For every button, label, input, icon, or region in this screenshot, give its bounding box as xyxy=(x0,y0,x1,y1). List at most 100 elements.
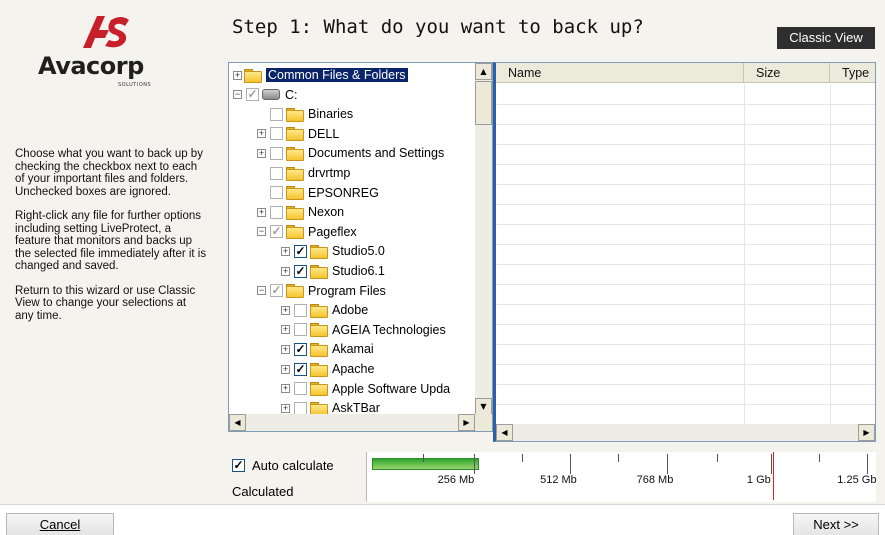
gauge-minor-tick xyxy=(717,454,719,462)
scroll-left-icon[interactable]: ◀ xyxy=(496,424,513,441)
scroll-down-icon[interactable]: ▼ xyxy=(475,398,492,415)
tree-node[interactable]: drvrtmp xyxy=(257,163,350,183)
gauge-tick-label: 768 Mb xyxy=(636,474,674,486)
list-horizontal-scrollbar[interactable]: ◀ ▶ xyxy=(496,424,875,441)
column-header-size[interactable]: Size xyxy=(744,63,830,83)
tree-node[interactable]: + Common Files & Folders xyxy=(233,65,408,85)
folder-icon xyxy=(310,342,328,357)
expand-icon[interactable]: + xyxy=(281,325,290,335)
file-list[interactable]: Name Size Type ◀ ▶ xyxy=(493,62,876,442)
gauge-fill-bar xyxy=(372,458,479,470)
tree-node[interactable]: EPSONREG xyxy=(257,183,379,203)
next-button[interactable]: Next >> xyxy=(793,513,879,535)
node-checkbox[interactable]: ✓ xyxy=(294,342,307,356)
node-checkbox[interactable] xyxy=(294,382,307,396)
tree-node[interactable]: + Apple Software Upda xyxy=(281,379,450,399)
backup-size-gauge: 256 Mb 512 Mb 768 Mb 1 Gb 1.25 Gb xyxy=(366,452,876,502)
node-checkbox[interactable]: ✓ xyxy=(294,264,307,278)
node-checkbox[interactable] xyxy=(270,107,283,121)
expand-icon[interactable]: + xyxy=(233,70,242,80)
scroll-up-icon[interactable]: ▲ xyxy=(475,63,492,80)
grid-row-line xyxy=(496,264,875,265)
tree-node[interactable]: + ✓ Apache xyxy=(281,359,374,379)
column-divider xyxy=(744,84,745,424)
node-checkbox[interactable] xyxy=(294,323,307,337)
expand-icon[interactable]: + xyxy=(257,129,266,139)
tree-node[interactable]: + ✓ Akamai xyxy=(281,339,374,359)
node-checkbox[interactable] xyxy=(294,303,307,317)
tree-node[interactable]: + ✓ Studio5.0 xyxy=(281,241,385,261)
folder-icon xyxy=(310,323,328,338)
tree-node[interactable]: + DELL xyxy=(257,124,339,144)
tree-node[interactable]: + ✓ Studio6.1 xyxy=(281,261,385,281)
grid-row-line xyxy=(496,184,875,185)
expand-icon[interactable]: + xyxy=(281,384,290,394)
column-header-name[interactable]: Name xyxy=(496,63,744,83)
tree-node-label: Program Files xyxy=(308,283,386,298)
tree-node[interactable]: + Nexon xyxy=(257,202,344,222)
expand-icon[interactable]: + xyxy=(281,246,290,256)
node-checkbox[interactable]: ✓ xyxy=(246,88,259,102)
cancel-button-label: Cancel xyxy=(39,517,81,532)
tree-node[interactable]: Binaries xyxy=(257,104,353,124)
node-checkbox[interactable] xyxy=(270,186,283,200)
expand-icon[interactable]: + xyxy=(281,403,290,413)
classic-view-button[interactable]: Classic View xyxy=(777,27,875,49)
collapse-icon[interactable]: − xyxy=(233,90,242,100)
grid-row-line xyxy=(496,344,875,345)
gauge-major-tick xyxy=(570,454,572,474)
tree-node[interactable]: + AGEIA Technologies xyxy=(281,320,446,340)
scroll-thumb[interactable] xyxy=(475,81,492,125)
folder-icon xyxy=(310,382,328,397)
folder-icon xyxy=(310,264,328,279)
grid-row-line xyxy=(496,144,875,145)
scroll-corner xyxy=(475,414,492,431)
tree-node[interactable]: − ✓ Program Files xyxy=(257,281,386,301)
avacorp-logo-icon xyxy=(83,16,129,48)
tree-node[interactable]: − ✓ C: xyxy=(233,85,298,105)
tree-node[interactable]: + Documents and Settings xyxy=(257,143,444,163)
grid-row-line xyxy=(496,284,875,285)
tree-node[interactable]: + Adobe xyxy=(281,300,368,320)
auto-calculate-toggle[interactable]: ✓ Auto calculate xyxy=(232,458,334,473)
help-paragraph: Right-click any file for further options… xyxy=(15,210,207,272)
grid-row-line xyxy=(496,384,875,385)
tree-node-label: Adobe xyxy=(332,303,369,318)
expand-icon[interactable]: + xyxy=(281,344,290,354)
node-checkbox[interactable]: ✓ xyxy=(270,225,283,239)
scroll-left-icon[interactable]: ◀ xyxy=(229,414,246,431)
folder-icon xyxy=(286,186,304,201)
folder-icon xyxy=(286,284,304,299)
node-checkbox[interactable]: ✓ xyxy=(294,244,307,258)
tree-horizontal-scrollbar[interactable]: ◀ ▶ xyxy=(229,414,475,431)
expand-icon[interactable]: + xyxy=(281,266,290,276)
expand-icon[interactable]: + xyxy=(281,364,290,374)
expand-icon[interactable]: + xyxy=(257,207,266,217)
expand-icon[interactable]: + xyxy=(281,305,290,315)
cancel-button[interactable]: Cancel xyxy=(6,513,114,535)
brand-name: Avacorp xyxy=(38,52,144,80)
node-checkbox[interactable]: ✓ xyxy=(270,284,283,298)
grid-row-line xyxy=(496,224,875,225)
collapse-icon[interactable]: − xyxy=(257,227,266,237)
expand-icon[interactable]: + xyxy=(257,148,266,158)
gauge-tick-label: 1.25 Gb xyxy=(837,474,877,486)
node-checkbox[interactable] xyxy=(270,166,283,180)
auto-calculate-checkbox[interactable]: ✓ xyxy=(232,459,245,472)
folder-tree[interactable]: + Common Files & Folders − ✓ C: Binaries + DELL… xyxy=(228,62,493,432)
scroll-right-icon[interactable]: ▶ xyxy=(458,414,475,431)
node-checkbox[interactable] xyxy=(270,205,283,219)
wizard-footer: Cancel Next >> xyxy=(0,504,885,535)
grid-row-line xyxy=(496,324,875,325)
tree-node[interactable]: − ✓ Pageflex xyxy=(257,222,357,242)
tree-vertical-scrollbar[interactable]: ▲ ▼ xyxy=(475,63,492,415)
node-checkbox[interactable] xyxy=(270,146,283,160)
node-checkbox[interactable] xyxy=(294,401,307,415)
node-checkbox[interactable] xyxy=(270,127,283,141)
tree-node[interactable]: + AskTBar xyxy=(281,398,380,415)
help-text: Choose what you want to back up by check… xyxy=(15,148,207,334)
scroll-right-icon[interactable]: ▶ xyxy=(858,424,875,441)
node-checkbox[interactable]: ✓ xyxy=(294,362,307,376)
column-header-type[interactable]: Type xyxy=(830,63,875,83)
collapse-icon[interactable]: − xyxy=(257,286,266,296)
